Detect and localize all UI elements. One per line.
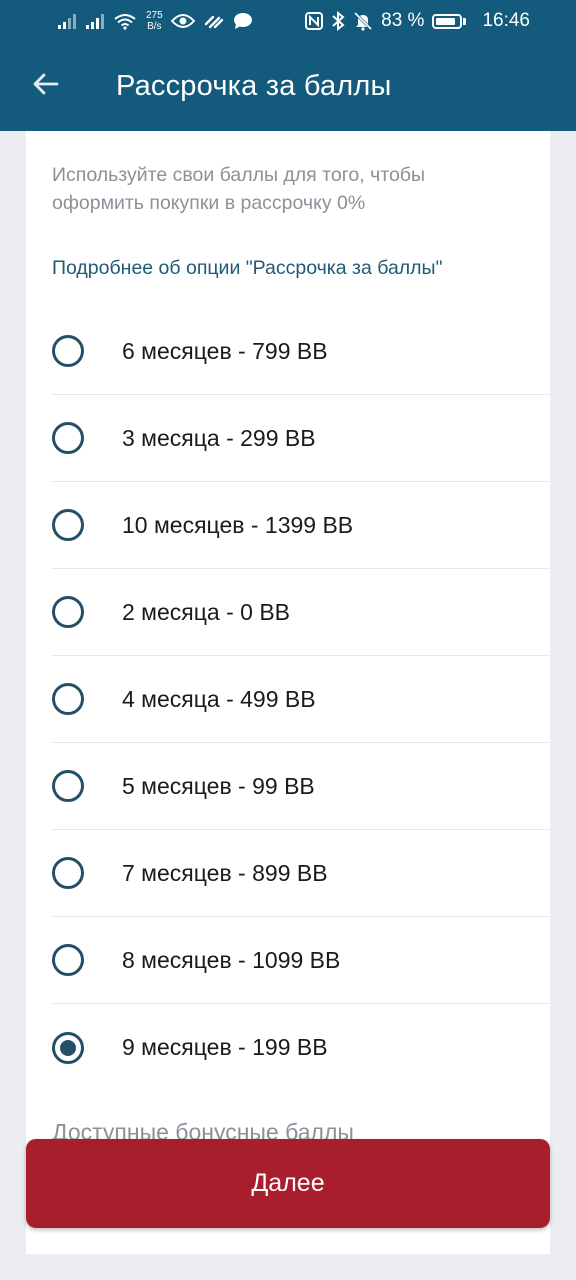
battery-fill <box>436 17 455 25</box>
battery-body <box>432 13 463 29</box>
installment-options: 6 месяцев - 799 BB 3 месяца - 299 BB 10 … <box>52 308 550 1091</box>
page-title: Рассрочка за баллы <box>116 70 392 102</box>
net-speed: 275 B/s <box>146 10 163 32</box>
app-bar: Рассрочка за баллы <box>0 42 576 131</box>
battery-icon <box>432 13 467 29</box>
option-label: 2 месяца - 0 BB <box>122 598 291 625</box>
net-speed-unit: B/s <box>147 21 162 32</box>
option-label: 4 месяца - 499 BB <box>122 685 316 712</box>
option-5-months[interactable]: 5 месяцев - 99 BB <box>52 743 550 830</box>
radio-button[interactable] <box>52 770 84 802</box>
option-label: 5 месяцев - 99 BB <box>122 772 315 799</box>
eye-icon <box>170 13 195 29</box>
radio-button[interactable] <box>52 857 84 889</box>
signal-icon <box>58 13 78 29</box>
status-bar-right: 83 % 16:46 <box>305 10 530 32</box>
more-info-link[interactable]: Подробнее об опции "Рассрочка за баллы" <box>52 257 443 280</box>
status-bar-left: 275 B/s <box>58 10 253 32</box>
option-label: 8 месяцев - 1099 BB <box>122 946 341 973</box>
description-text: Используйте свои баллы для того, чтобы о… <box>52 164 425 214</box>
radio-button-selected[interactable] <box>52 1031 84 1064</box>
radio-button[interactable] <box>52 683 84 715</box>
clock: 16:46 <box>482 10 530 31</box>
option-label: 9 месяцев - 199 BB <box>122 1034 328 1060</box>
wifi-icon <box>114 13 136 30</box>
option-6-months[interactable]: 6 месяцев - 799 BB <box>52 308 550 395</box>
radio-button[interactable] <box>52 335 84 367</box>
option-2-months[interactable]: 2 месяца - 0 BB <box>52 569 550 656</box>
option-9-months[interactable]: 9 месяцев - 199 BB <box>52 1004 550 1091</box>
back-button[interactable] <box>0 42 90 131</box>
installment-card: Используйте свои баллы для того, чтобы о… <box>26 131 550 1254</box>
status-bar: 275 B/s 83 % 16:46 <box>0 0 576 42</box>
option-8-months[interactable]: 8 месяцев - 1099 BB <box>52 917 550 1004</box>
option-3-months[interactable]: 3 месяца - 299 BB <box>52 395 550 482</box>
option-label: 10 месяцев - 1399 BB <box>122 511 354 538</box>
chat-icon <box>233 12 253 30</box>
option-7-months[interactable]: 7 месяцев - 899 BB <box>52 830 550 917</box>
battery-cap <box>463 17 467 25</box>
option-4-months[interactable]: 4 месяца - 499 BB <box>52 656 550 743</box>
radio-button[interactable] <box>52 422 84 454</box>
net-speed-value: 275 <box>146 10 163 21</box>
next-button[interactable]: Далее <box>26 1139 550 1228</box>
option-label: 3 месяца - 299 BB <box>122 424 316 451</box>
arrow-left-icon <box>31 72 59 101</box>
radio-button[interactable] <box>52 944 84 976</box>
huawei-share-icon <box>203 12 225 30</box>
mute-icon <box>353 11 373 31</box>
radio-selected-dot <box>60 1039 76 1056</box>
option-10-months[interactable]: 10 месяцев - 1399 BB <box>52 482 550 569</box>
option-label: 6 месяцев - 799 BB <box>122 337 328 364</box>
radio-button[interactable] <box>52 596 84 628</box>
option-label: 7 месяцев - 899 BB <box>122 859 328 886</box>
bluetooth-icon <box>331 11 345 31</box>
nfc-icon <box>305 12 324 30</box>
battery-percent: 83 % <box>381 10 425 31</box>
signal-icon <box>86 13 106 29</box>
radio-button[interactable] <box>52 509 84 541</box>
